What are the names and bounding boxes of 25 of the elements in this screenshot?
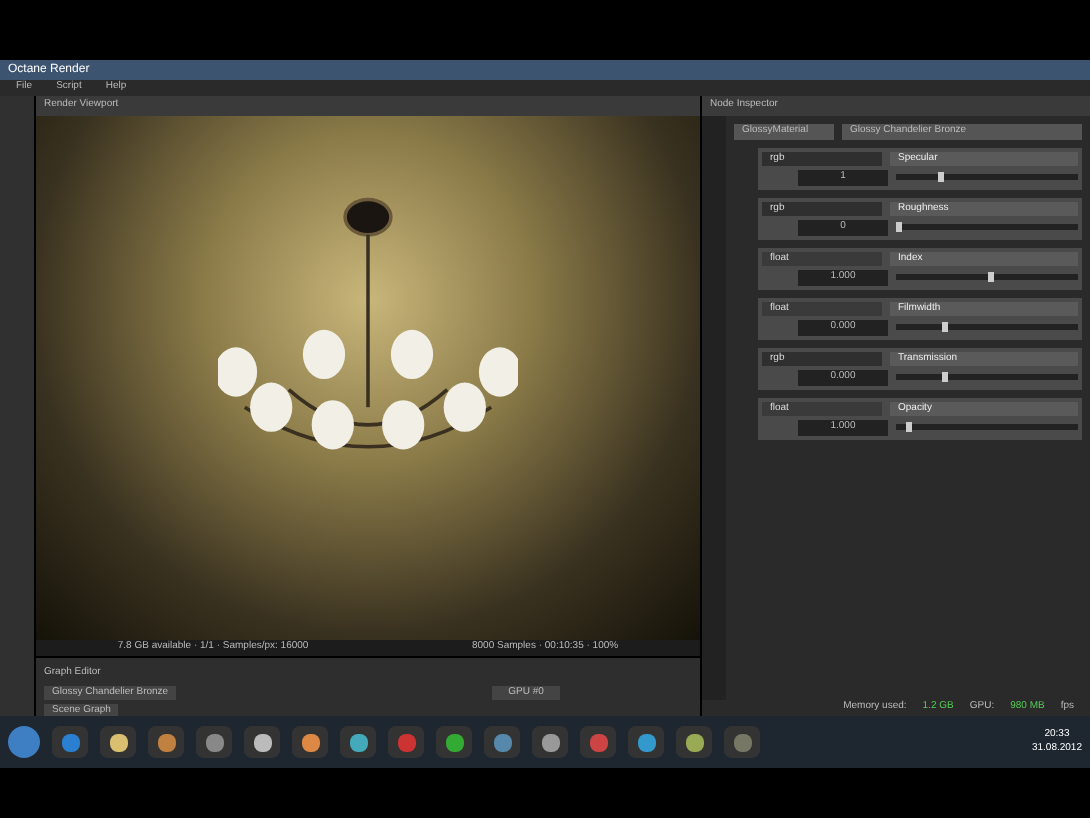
slider-thumb[interactable] [905, 422, 912, 433]
taskbar-app-icon[interactable] [52, 726, 88, 758]
taskbar-app-icon[interactable] [292, 726, 328, 758]
slider-track[interactable] [896, 324, 1078, 331]
taskbar-app-icon[interactable] [628, 726, 664, 758]
taskbar-app-icon[interactable] [340, 726, 376, 758]
slider-thumb[interactable] [941, 372, 948, 383]
taskbar-app-icon[interactable] [436, 726, 472, 758]
slider-track[interactable] [896, 224, 1078, 231]
taskbar-app-icon[interactable] [676, 726, 712, 758]
taskbar-app-icon[interactable] [148, 726, 184, 758]
slider-track[interactable] [896, 374, 1078, 381]
taskbar-app-icon[interactable] [244, 726, 280, 758]
start-button[interactable] [8, 726, 40, 758]
slider-thumb[interactable] [937, 172, 944, 183]
slider-track[interactable] [896, 174, 1078, 181]
taskbar-app-icon[interactable] [196, 726, 232, 758]
slider-thumb[interactable] [987, 272, 993, 283]
taskbar-app-icon[interactable] [484, 726, 520, 758]
slider-track[interactable] [896, 424, 1078, 431]
slider-thumb[interactable] [896, 222, 902, 233]
slider-track[interactable] [896, 274, 1078, 281]
taskbar-app-icon[interactable] [532, 726, 568, 758]
taskbar-app-icon[interactable] [100, 726, 136, 758]
slider-thumb[interactable] [941, 322, 948, 333]
